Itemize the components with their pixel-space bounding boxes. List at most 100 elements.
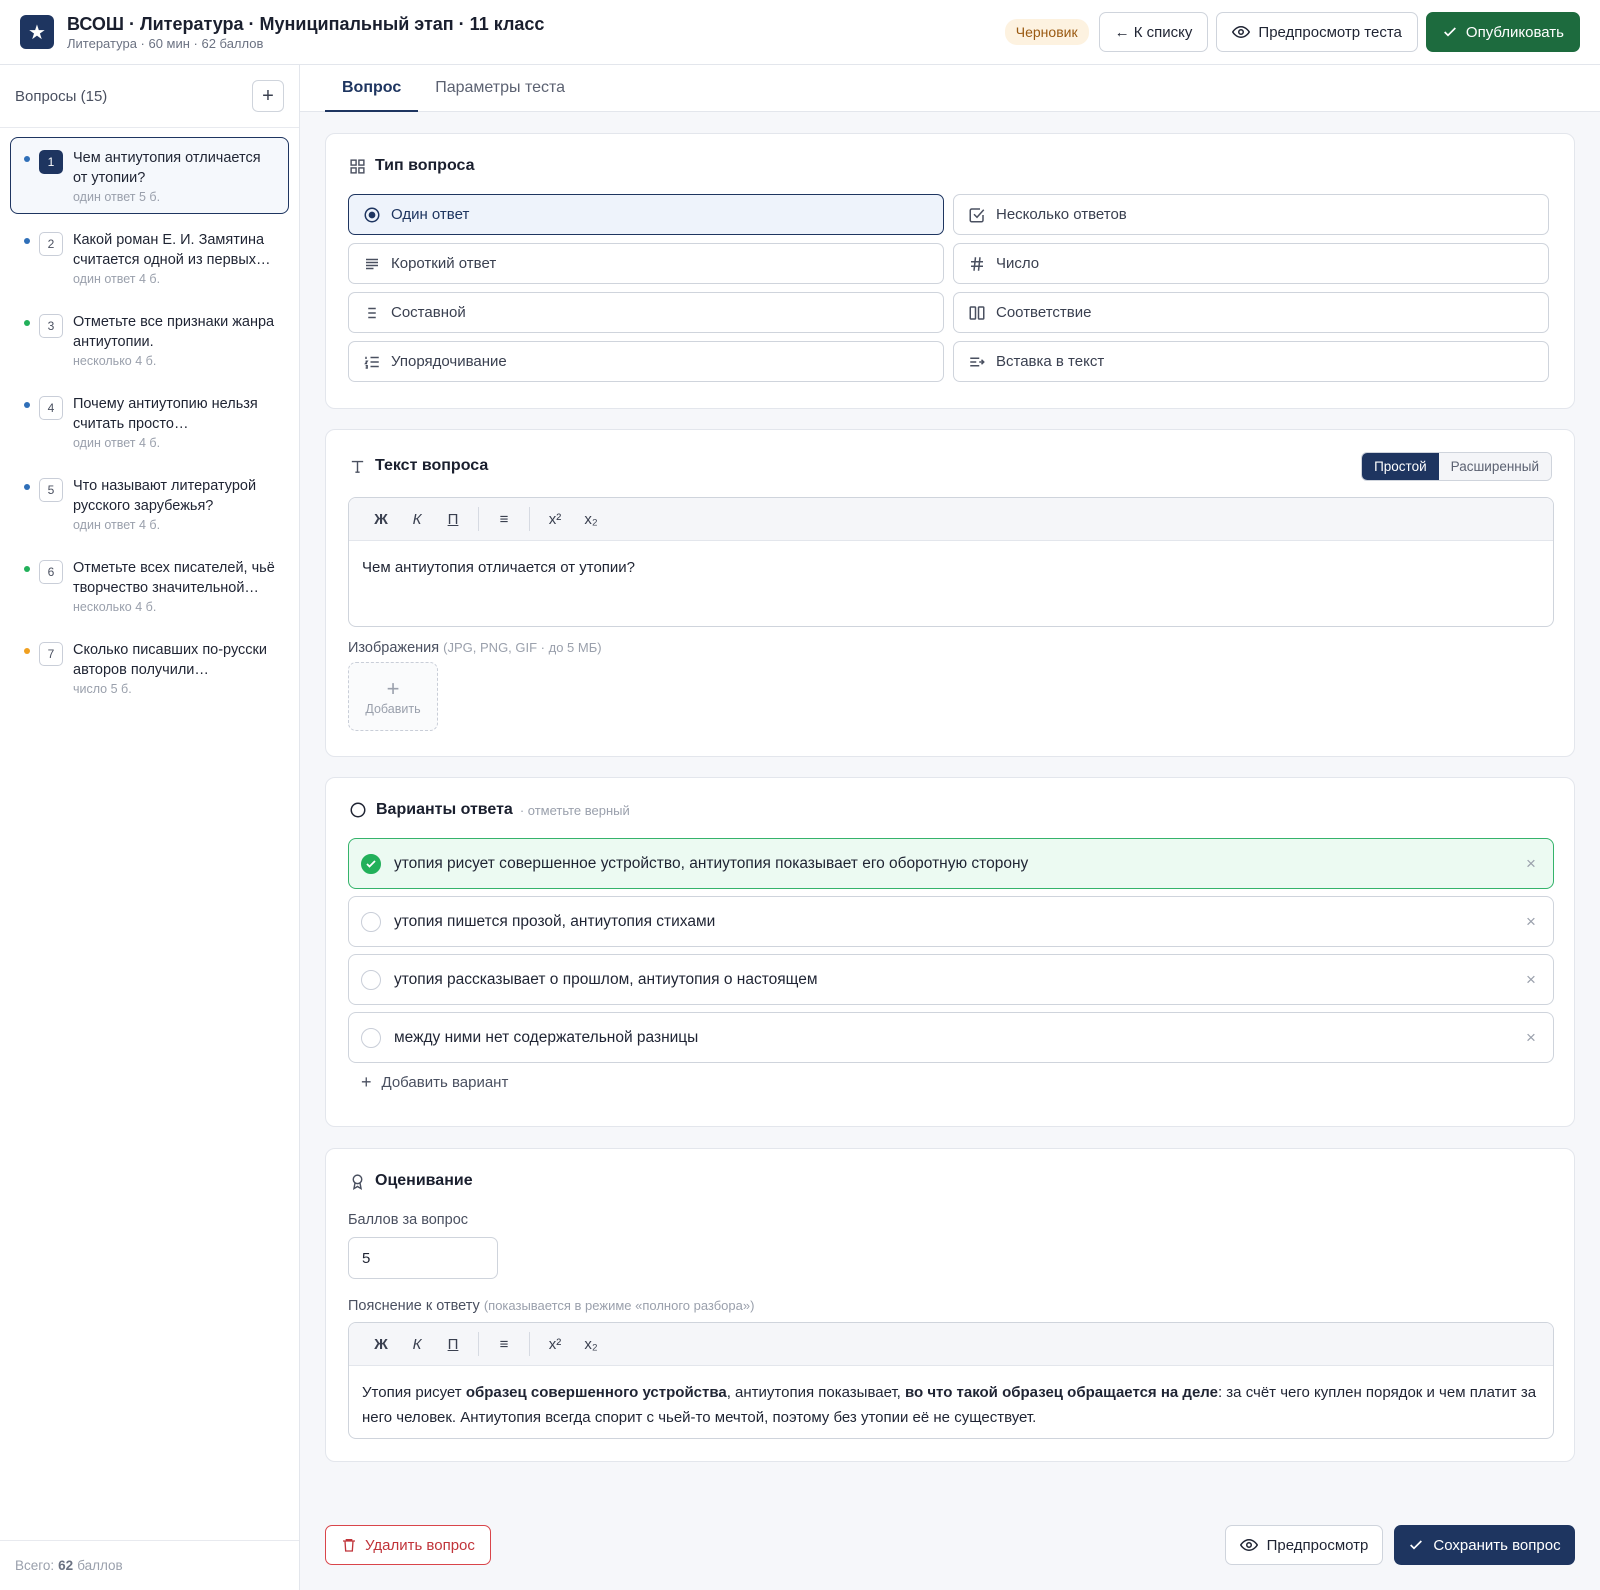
points-input[interactable]: 5 [348,1237,498,1279]
list-button[interactable]: ≡ [486,504,522,534]
question-number: 7 [39,642,63,666]
bold-button[interactable]: Ж [363,504,399,534]
sidebar-footer: Всего: 62 баллов [0,1540,299,1590]
question-title: Что называют литературой русского зарубе… [73,478,257,514]
insert-text-icon [968,353,986,371]
grading-card: Оценивание Баллов за вопрос 5 Пояснение … [325,1148,1575,1462]
type-label: Число [996,255,1040,272]
type-composite[interactable]: Составной [348,292,944,333]
publish-button[interactable]: Опубликовать [1425,12,1580,52]
back-to-list-button[interactable]: ← К списку [1098,12,1209,52]
question-list-item[interactable]: 4 Почему антиутопию нельзя считать просто… [10,383,289,460]
explanation-text: Утопия рисует [362,1384,466,1401]
answer-text-input[interactable]: утопия рассказывает о прошлом, антиутопи… [394,971,818,989]
eye-icon [1239,1536,1258,1554]
tab-question[interactable]: Вопрос [325,65,419,112]
tab-test-settings[interactable]: Параметры теста [418,65,582,112]
explanation-label: Пояснение к ответу (показывается в режим… [348,1298,754,1314]
add-image-button[interactable]: + Добавить [348,662,438,731]
underline-button[interactable]: П [435,504,471,534]
italic-button[interactable]: К [399,1329,435,1359]
grading-title: Оценивание [375,1172,473,1189]
bold-button[interactable]: Ж [363,1329,399,1359]
type-label: Соответствие [996,304,1092,321]
app-header: ★ ВСОШ · Литература · Муниципальный этап… [0,0,1600,65]
question-text-input[interactable]: Чем антиутопия отличается от утопии? [349,541,1553,594]
save-question-button[interactable]: Сохранить вопрос [1394,1525,1575,1565]
remove-option-icon[interactable]: × [1521,1028,1541,1048]
remove-option-icon[interactable]: × [1521,854,1541,874]
type-label: Один ответ [391,206,470,223]
remove-option-icon[interactable]: × [1521,912,1541,932]
question-status-dot [24,566,30,572]
question-number: 4 [39,396,63,420]
type-number[interactable]: Число [953,243,1549,284]
back-to-list-label: ← К списку [1114,23,1193,41]
question-points: 4 б. [135,600,157,614]
answer-option: утопия рисует совершенное устройство, ан… [348,838,1554,889]
answers-hint: · отметьте верный [519,802,630,818]
question-list-item[interactable]: 1 Чем антиутопия отличается от утопии? оди… [10,137,289,214]
type-label: Составной [391,304,466,321]
question-type-card: Тип вопроса Один ответ Несколько ответов… [325,133,1575,409]
answer-text-input[interactable]: утопия рисует совершенное устройство, ан… [394,855,1028,873]
answer-text-input[interactable]: между ними нет содержательной разницы [394,1029,698,1047]
mode-advanced-button[interactable]: Расширенный [1438,453,1551,480]
type-ordering[interactable]: Упорядочивание [348,341,944,382]
superscript-button[interactable]: x² [537,1329,573,1359]
preview-button[interactable]: Предпросмотр [1225,1525,1383,1565]
add-question-button[interactable]: + [252,80,284,112]
check-icon [1442,24,1458,40]
delete-question-button[interactable]: Удалить вопрос [325,1525,491,1565]
points-label: Баллов за вопрос [348,1212,469,1228]
subscript-button[interactable]: x₂ [573,1329,609,1359]
add-variant-button[interactable]: + Добавить вариант [361,1072,508,1093]
answer-option: утопия пишется прозой, антиутопия стихам… [348,896,1554,947]
question-list-item[interactable]: 6 Отметьте всех писателей, чьё творчество… [10,547,289,624]
columns-icon [968,304,986,322]
question-title: Сколько писавших по-русски авторов получ… [73,642,267,678]
answer-text-input[interactable]: утопия пишется прозой, антиутопия стихам… [394,913,715,931]
type-short-answer[interactable]: Короткий ответ [348,243,944,284]
type-multiple-answers[interactable]: Несколько ответов [953,194,1549,235]
type-label: Вставка в текст [996,353,1105,370]
editor-mode-toggle: Простой Расширенный [1361,452,1552,481]
correct-radio[interactable] [361,911,381,932]
question-number: 5 [39,478,63,502]
question-list-item[interactable]: 3 Отметьте все признаки жанра антиутопии.… [10,301,289,378]
question-number: 1 [39,150,63,174]
question-points: 4 б. [135,354,157,368]
question-meta: число 5 б. [73,680,278,698]
explanation-text: , антиутопия показывает, [726,1384,905,1401]
question-number: 2 [39,232,63,256]
question-list-item[interactable]: 7 Сколько писавших по-русски авторов полу… [10,629,289,706]
mode-simple-button[interactable]: Простой [1362,453,1439,480]
question-status-dot [24,156,30,162]
preview-test-label: Предпросмотр теста [1258,23,1402,41]
question-meta: один ответ 5 б. [73,188,278,206]
list-button[interactable]: ≡ [486,1329,522,1359]
type-matching[interactable]: Соответствие [953,292,1549,333]
type-insert-text[interactable]: Вставка в текст [953,341,1549,382]
superscript-button[interactable]: x² [537,504,573,534]
toolbar-divider [478,507,479,531]
circle-icon [349,801,367,819]
correct-check-icon[interactable] [361,853,381,874]
question-list-item[interactable]: 5 Что называют литературой русского заруб… [10,465,289,542]
correct-radio[interactable] [361,1027,381,1048]
delete-question-label: Удалить вопрос [365,1536,475,1554]
type-label: Упорядочивание [391,353,507,370]
question-meta: один ответ 4 б. [73,434,278,452]
preview-test-button[interactable]: Предпросмотр теста [1216,12,1418,52]
subscript-button[interactable]: x₂ [573,504,609,534]
publish-label: Опубликовать [1465,23,1564,41]
type-single-answer[interactable]: Один ответ [348,194,944,235]
question-title: Отметьте всех писателей, чьё творчество … [73,560,275,596]
explanation-input[interactable]: Утопия рисует образец совершенного устро… [349,1366,1553,1438]
question-list-item[interactable]: 2 Какой роман Е. И. Замятина считается од… [10,219,289,296]
underline-button[interactable]: П [435,1329,471,1359]
question-status-dot [24,402,30,408]
italic-button[interactable]: К [399,504,435,534]
remove-option-icon[interactable]: × [1521,970,1541,990]
correct-radio[interactable] [361,969,381,990]
